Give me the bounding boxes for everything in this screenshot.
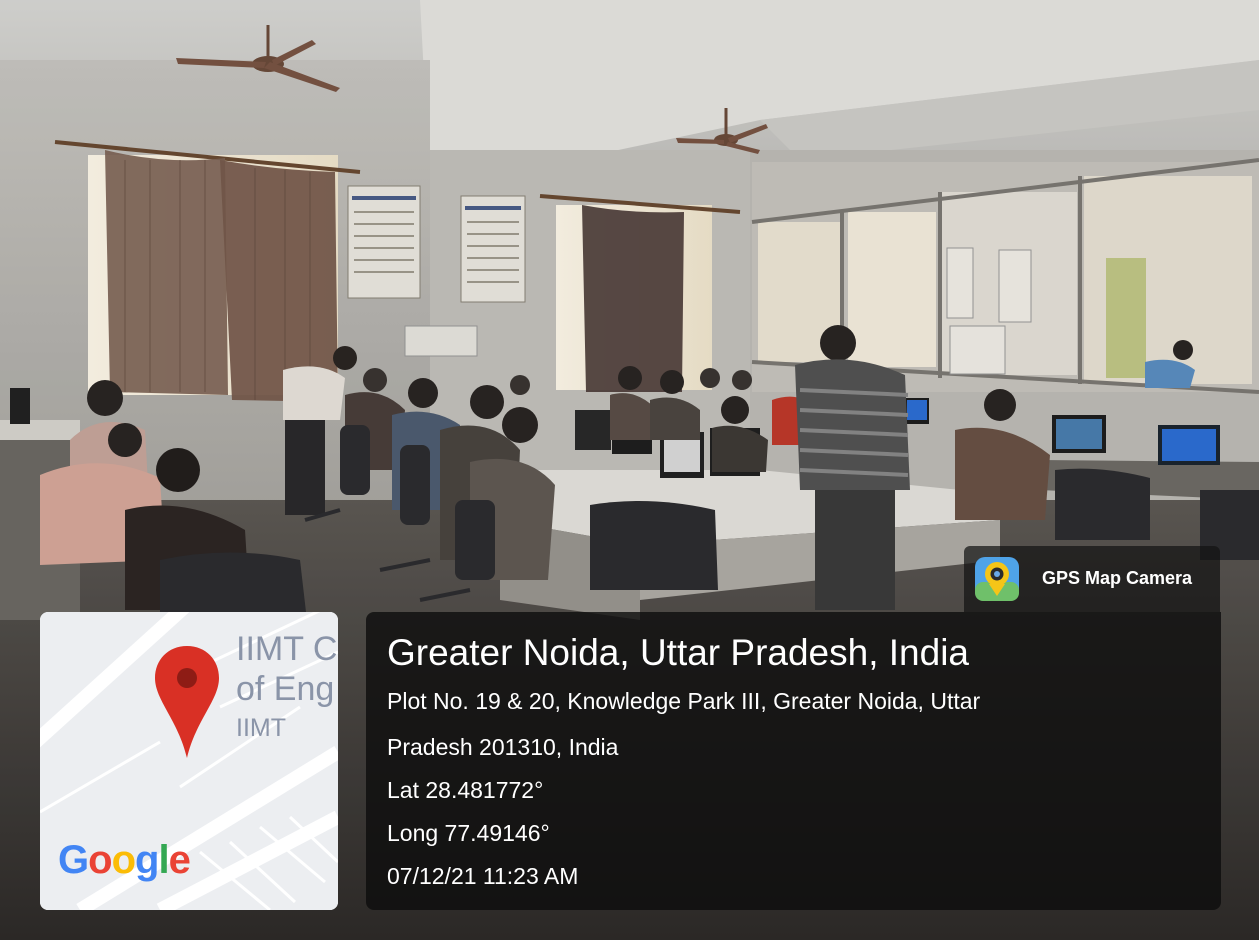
gps-map-camera-icon [975, 557, 1019, 601]
map-pin-icon [155, 646, 219, 758]
location-info-panel: Greater Noida, Uttar Pradesh, India Plot… [366, 612, 1221, 910]
map-thumbnail: IIMT C of Eng IIMT Google [40, 612, 338, 910]
badge-label: GPS Map Camera [1042, 568, 1193, 588]
google-logo: Google [58, 838, 191, 882]
timestamp: 07/12/21 11:23 AM [387, 863, 579, 889]
latitude: Lat 28.481772° [387, 777, 544, 803]
longitude: Long 77.49146° [387, 820, 550, 846]
photo-frame: GPS Map Camera IIMT C of Eng IIMT Google… [0, 0, 1259, 940]
map-label: IIMT C [236, 630, 338, 668]
address-line-2: Pradesh 201310, India [387, 734, 619, 760]
gps-map-camera-badge: GPS Map Camera [964, 546, 1220, 612]
address-line-1: Plot No. 19 & 20, Knowledge Park III, Gr… [387, 688, 981, 714]
map-label: of Eng [236, 670, 335, 708]
location-title: Greater Noida, Uttar Pradesh, India [387, 632, 970, 673]
map-label: IIMT [236, 714, 286, 742]
